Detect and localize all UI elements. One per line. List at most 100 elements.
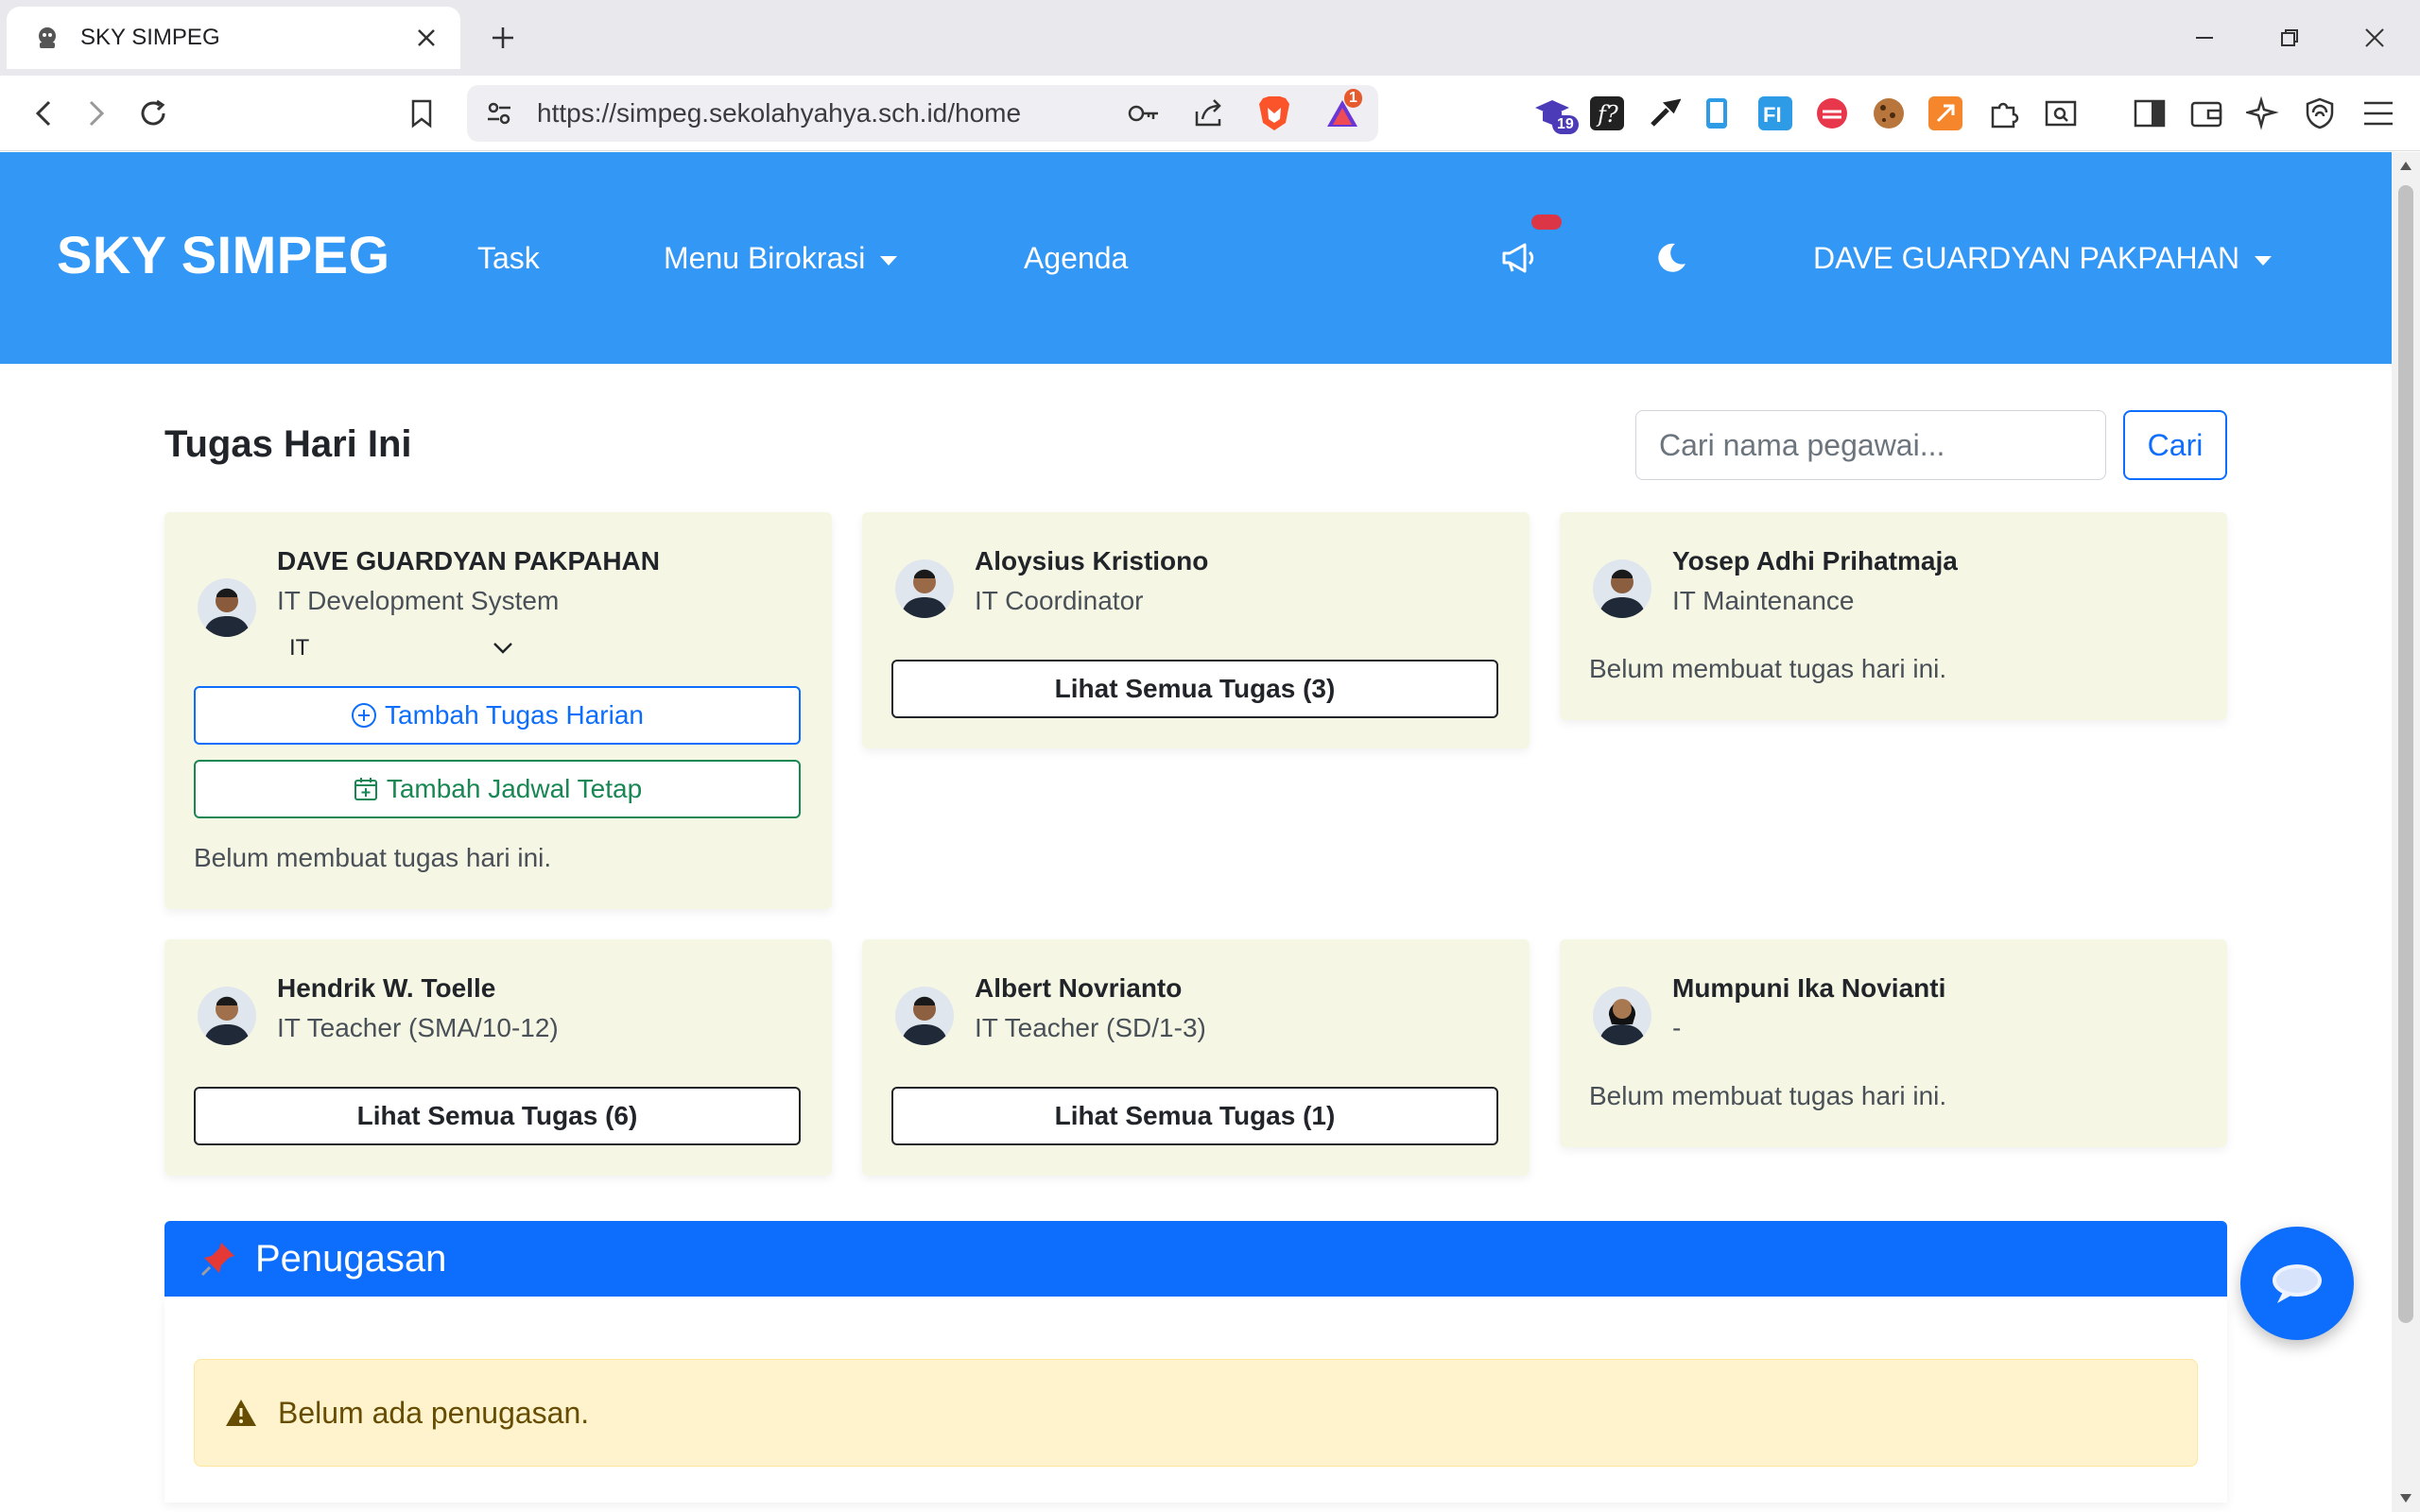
- user-name: DAVE GUARDYAN PAKPAHAN: [1813, 241, 2240, 275]
- new-tab-icon[interactable]: [482, 17, 524, 59]
- no-assignment-alert: Belum ada penugasan.: [194, 1359, 2198, 1467]
- restore-window-icon[interactable]: [2269, 17, 2310, 59]
- password-key-icon[interactable]: [1127, 98, 1161, 133]
- address-bar[interactable]: https://simpeg.sekolahyahya.sch.id/home …: [467, 85, 1378, 142]
- back-icon[interactable]: [23, 93, 64, 134]
- browser-menu-icon[interactable]: [2358, 93, 2399, 134]
- penugasan-title: Penugasan: [255, 1237, 447, 1280]
- browser-toolbar: https://simpeg.sekolahyahya.sch.id/home …: [0, 76, 2420, 151]
- chat-button[interactable]: [2240, 1227, 2354, 1340]
- browser-tab-strip: SKY SIMPEG: [0, 0, 2420, 76]
- chevron-down-icon: [493, 643, 512, 654]
- url-text: https://simpeg.sekolahyahya.sch.id/home: [537, 98, 1022, 128]
- add-fixed-schedule-label: Tambah Jadwal Tetap: [386, 774, 643, 803]
- app-brand[interactable]: SKY SIMPEG: [57, 224, 390, 285]
- employee-role: IT Teacher (SD/1-3): [975, 1013, 1206, 1042]
- employee-name: Albert Novrianto: [975, 973, 1183, 1003]
- sidebar-toggle-icon[interactable]: [2129, 93, 2170, 134]
- extension-phone-icon[interactable]: [1698, 93, 1739, 134]
- extension-orange-icon[interactable]: [1925, 93, 1966, 134]
- add-daily-task-button[interactable]: Tambah Tugas Harian: [194, 686, 801, 745]
- warning-triangle-icon: [226, 1400, 256, 1426]
- add-daily-task-label: Tambah Tugas Harian: [385, 700, 644, 730]
- view-all-tasks-button[interactable]: Lihat Semua Tugas (1): [891, 1087, 1498, 1145]
- employee-name: DAVE GUARDYAN PAKPAHAN: [277, 546, 661, 576]
- extension-eyedropper-icon[interactable]: [1643, 93, 1685, 134]
- view-all-tasks-button[interactable]: Lihat Semua Tugas (3): [891, 660, 1498, 718]
- reader-mode-icon[interactable]: [2040, 93, 2082, 134]
- avatar: [1593, 987, 1651, 1045]
- nav-agenda[interactable]: Agenda: [1024, 241, 1128, 276]
- extension-graduation-icon[interactable]: 19: [1531, 93, 1579, 134]
- site-favicon-icon: [31, 22, 63, 54]
- svg-text:FI: FI: [1763, 103, 1782, 127]
- avatar: [198, 578, 256, 637]
- avatar: [895, 559, 954, 618]
- no-task-status: Belum membuat tugas hari ini.: [1589, 1081, 1947, 1110]
- employee-card: [1560, 512, 2227, 720]
- nav-menu-birokrasi-label: Menu Birokrasi: [664, 241, 866, 275]
- employee-role: IT Teacher (SMA/10-12): [277, 1013, 559, 1042]
- close-window-icon[interactable]: [2354, 17, 2395, 59]
- reload-icon[interactable]: [132, 93, 174, 134]
- scrollbar-thumb[interactable]: [2398, 185, 2413, 1323]
- nav-menu-birokrasi[interactable]: Menu Birokrasi: [664, 241, 898, 276]
- vpn-shield-icon[interactable]: [2299, 93, 2341, 134]
- extension-fi-icon[interactable]: FI: [1754, 93, 1796, 134]
- employee-role: IT Development System: [277, 586, 560, 615]
- employee-name: Mumpuni Ika Novianti: [1672, 973, 1946, 1003]
- bookmark-icon[interactable]: [401, 93, 442, 134]
- browser-tab-active[interactable]: SKY SIMPEG: [7, 7, 460, 69]
- rewards-badge: 1: [1344, 89, 1362, 108]
- employee-search-input[interactable]: [1635, 410, 2106, 480]
- employee-name: Yosep Adhi Prihatmaja: [1672, 546, 1958, 576]
- employee-role: IT Coordinator: [975, 586, 1144, 615]
- tab-title: SKY SIMPEG: [80, 25, 220, 50]
- calendar-plus-icon: [354, 778, 377, 800]
- department-select-value: IT: [289, 635, 310, 661]
- page-title: Tugas Hari Ini: [164, 423, 412, 465]
- forward-icon[interactable]: [76, 93, 117, 134]
- brave-rewards-icon[interactable]: 1: [1323, 89, 1362, 137]
- app-navbar: SKY SIMPEG Task Menu Birokrasi Agenda DA…: [0, 152, 2392, 364]
- minimize-window-icon[interactable]: [2184, 17, 2225, 59]
- search-button[interactable]: Cari: [2123, 410, 2227, 480]
- plus-circle-icon: [352, 703, 377, 728]
- no-task-status: Belum membuat tugas hari ini.: [194, 843, 552, 872]
- brave-shields-icon[interactable]: [1257, 94, 1291, 137]
- department-select[interactable]: IT: [278, 627, 524, 669]
- add-fixed-schedule-button[interactable]: Tambah Jadwal Tetap: [194, 760, 801, 818]
- share-icon[interactable]: [1191, 96, 1225, 135]
- dark-mode-moon-icon[interactable]: [1651, 237, 1692, 279]
- employee-role: -: [1672, 1013, 1682, 1042]
- extension-cookie-icon[interactable]: [1868, 93, 1910, 134]
- avatar: [895, 987, 954, 1045]
- tab-close-icon[interactable]: [411, 23, 441, 53]
- pushpin-icon: [200, 1243, 234, 1277]
- nav-task[interactable]: Task: [477, 241, 540, 276]
- notification-badge: [1531, 215, 1562, 230]
- no-assignment-text: Belum ada penugasan.: [278, 1395, 590, 1430]
- avatar: [198, 987, 256, 1045]
- employee-role: IT Maintenance: [1672, 586, 1855, 615]
- penugasan-header: Penugasan: [164, 1221, 2227, 1297]
- extension-badge: 19: [1552, 115, 1579, 134]
- employee-name: Hendrik W. Toelle: [277, 973, 496, 1003]
- chevron-down-icon: [2255, 255, 2273, 266]
- chat-bubble-icon: [2273, 1264, 2322, 1303]
- chevron-down-icon: [880, 255, 898, 266]
- announcement-megaphone-icon[interactable]: [1498, 237, 1540, 279]
- user-dropdown[interactable]: DAVE GUARDYAN PAKPAHAN: [1813, 241, 2273, 276]
- svg-text:f?: f?: [1596, 101, 1618, 128]
- extension-formula-icon[interactable]: f?: [1586, 93, 1628, 134]
- avatar: [1593, 559, 1651, 618]
- leo-ai-icon[interactable]: [2242, 93, 2284, 134]
- extensions-puzzle-icon[interactable]: [1983, 93, 2025, 134]
- site-settings-icon[interactable]: [484, 98, 514, 133]
- no-task-status: Belum membuat tugas hari ini.: [1589, 654, 1947, 683]
- view-all-tasks-button[interactable]: Lihat Semua Tugas (6): [194, 1087, 801, 1145]
- employee-name: Aloysius Kristiono: [975, 546, 1209, 576]
- employee-card: [1560, 939, 2227, 1147]
- wallet-icon[interactable]: [2186, 93, 2227, 134]
- extension-red-circle-icon[interactable]: [1811, 93, 1853, 134]
